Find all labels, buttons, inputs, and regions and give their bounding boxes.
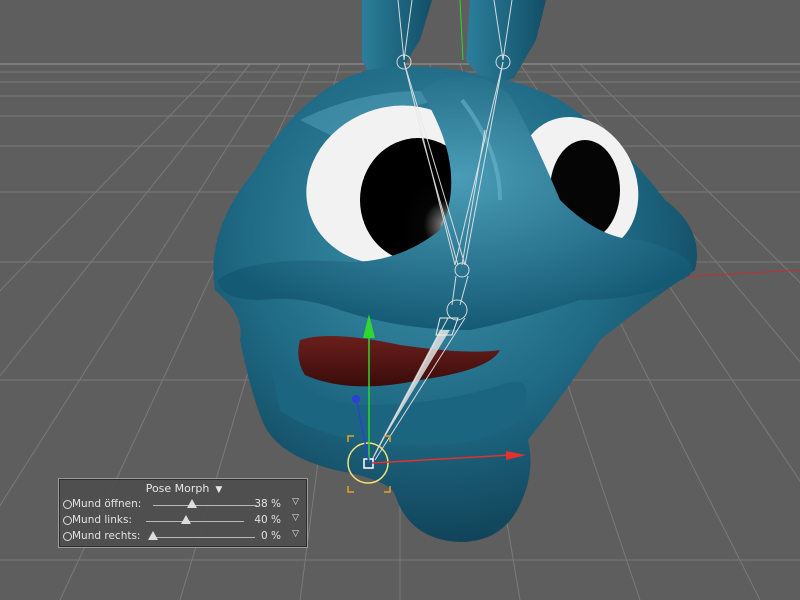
panel-title-label: Pose Morph xyxy=(145,482,210,495)
chevron-down-icon[interactable]: ▽ xyxy=(292,497,299,507)
morph-slider-track[interactable] xyxy=(153,505,257,506)
morph-enable-radio[interactable] xyxy=(63,516,72,525)
chevron-down-icon[interactable]: ▽ xyxy=(292,513,299,523)
morph-value-field[interactable]: 0 % xyxy=(261,530,281,542)
triangle-down-icon: ▼ xyxy=(215,485,223,495)
morph-slider-row-mund-oeffnen: Mund öffnen: 38 % ▽ xyxy=(59,497,309,513)
morph-enable-radio[interactable] xyxy=(63,532,72,541)
morph-slider-row-mund-links: Mund links: 40 % ▽ xyxy=(59,513,309,529)
morph-value-field[interactable]: 38 % xyxy=(254,498,281,510)
morph-slider-handle[interactable] xyxy=(181,515,191,524)
morph-slider-handle[interactable] xyxy=(148,531,158,540)
morph-slider-label: Mund rechts: xyxy=(72,530,141,542)
morph-value-field[interactable]: 40 % xyxy=(254,514,281,526)
morph-enable-radio[interactable] xyxy=(63,500,72,509)
morph-slider-row-mund-rechts: Mund rechts: 0 % ▽ xyxy=(59,529,309,545)
pose-morph-title-dropdown[interactable]: Pose Morph ▼ xyxy=(59,482,309,495)
chevron-down-icon[interactable]: ▽ xyxy=(292,529,299,539)
morph-slider-track[interactable] xyxy=(146,521,244,522)
morph-slider-label: Mund öffnen: xyxy=(72,498,142,510)
morph-slider-handle[interactable] xyxy=(187,499,197,508)
morph-slider-label: Mund links: xyxy=(72,514,132,526)
morph-slider-track[interactable] xyxy=(151,537,255,538)
axis-z-handle xyxy=(352,395,360,403)
pose-morph-panel: Pose Morph ▼ Mund öffnen: 38 % ▽ Mund lin… xyxy=(58,478,308,548)
